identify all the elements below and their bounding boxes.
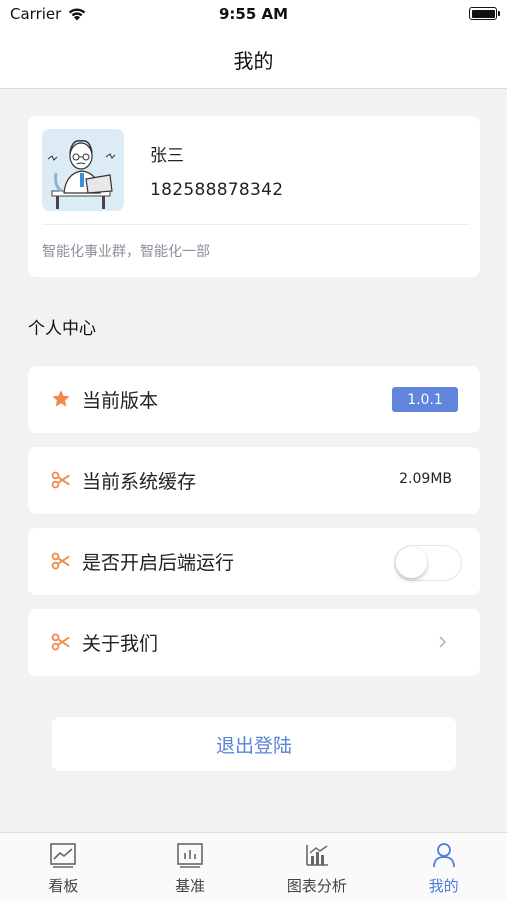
user-icon bbox=[432, 843, 455, 868]
menu-label-background-run: 是否开启后端运行 bbox=[82, 552, 235, 574]
divider bbox=[42, 224, 470, 225]
tab-dashboard[interactable]: 看板 bbox=[0, 833, 127, 901]
section-title: 个人中心 bbox=[28, 319, 96, 339]
tab-bar: 看板 基准 图表分析 我的 bbox=[0, 832, 507, 901]
bar-chart-icon bbox=[177, 843, 203, 868]
logout-label: 退出登陆 bbox=[215, 734, 292, 757]
menu-item-version[interactable]: 当前版本 1.0.1 bbox=[28, 366, 480, 433]
menu-label-cache: 当前系统缓存 bbox=[82, 471, 197, 493]
user-name: 张三 bbox=[150, 146, 184, 166]
scissors-icon bbox=[51, 471, 70, 489]
menu-label-version: 当前版本 bbox=[82, 390, 159, 412]
user-department: 智能化事业群，智能化一部 bbox=[42, 244, 210, 260]
cache-size-value: 2.09MB bbox=[399, 471, 452, 487]
scissors-icon bbox=[51, 552, 70, 570]
profile-card[interactable]: 张三 182588878342 智能化事业群，智能化一部 bbox=[28, 116, 480, 277]
scissors-icon bbox=[51, 633, 70, 651]
nav-bar: 我的 bbox=[0, 30, 507, 89]
menu-label-about: 关于我们 bbox=[82, 633, 159, 655]
avatar[interactable] bbox=[42, 129, 124, 211]
page-title: 我的 bbox=[233, 48, 274, 73]
version-badge: 1.0.1 bbox=[392, 387, 458, 412]
avatar-illustration-icon bbox=[42, 129, 124, 211]
tab-label-chart-analysis: 图表分析 bbox=[286, 877, 347, 895]
tab-benchmark[interactable]: 基准 bbox=[127, 833, 254, 901]
logout-button[interactable]: 退出登陆 bbox=[52, 717, 456, 771]
tab-label-dashboard: 看板 bbox=[48, 877, 79, 895]
tab-chart-analysis[interactable]: 图表分析 bbox=[254, 833, 381, 901]
battery-icon bbox=[469, 7, 500, 20]
chart-analysis-icon bbox=[306, 845, 328, 866]
background-run-toggle[interactable] bbox=[394, 545, 462, 581]
status-time: 9:55 AM bbox=[218, 5, 289, 23]
toggle-knob bbox=[396, 547, 427, 578]
chevron-right-icon bbox=[439, 636, 447, 648]
user-phone: 182588878342 bbox=[150, 180, 284, 200]
tab-label-benchmark: 基准 bbox=[175, 877, 206, 895]
line-chart-icon bbox=[50, 843, 77, 868]
menu-item-about[interactable]: 关于我们 bbox=[28, 609, 480, 676]
menu-item-cache[interactable]: 当前系统缓存 2.09MB bbox=[28, 447, 480, 514]
menu-item-background-run: 是否开启后端运行 bbox=[28, 528, 480, 595]
tab-label-mine: 我的 bbox=[428, 877, 459, 895]
status-bar: Carrier 9:55 AM bbox=[0, 0, 507, 30]
star-icon bbox=[52, 390, 70, 407]
tab-mine[interactable]: 我的 bbox=[380, 833, 507, 901]
